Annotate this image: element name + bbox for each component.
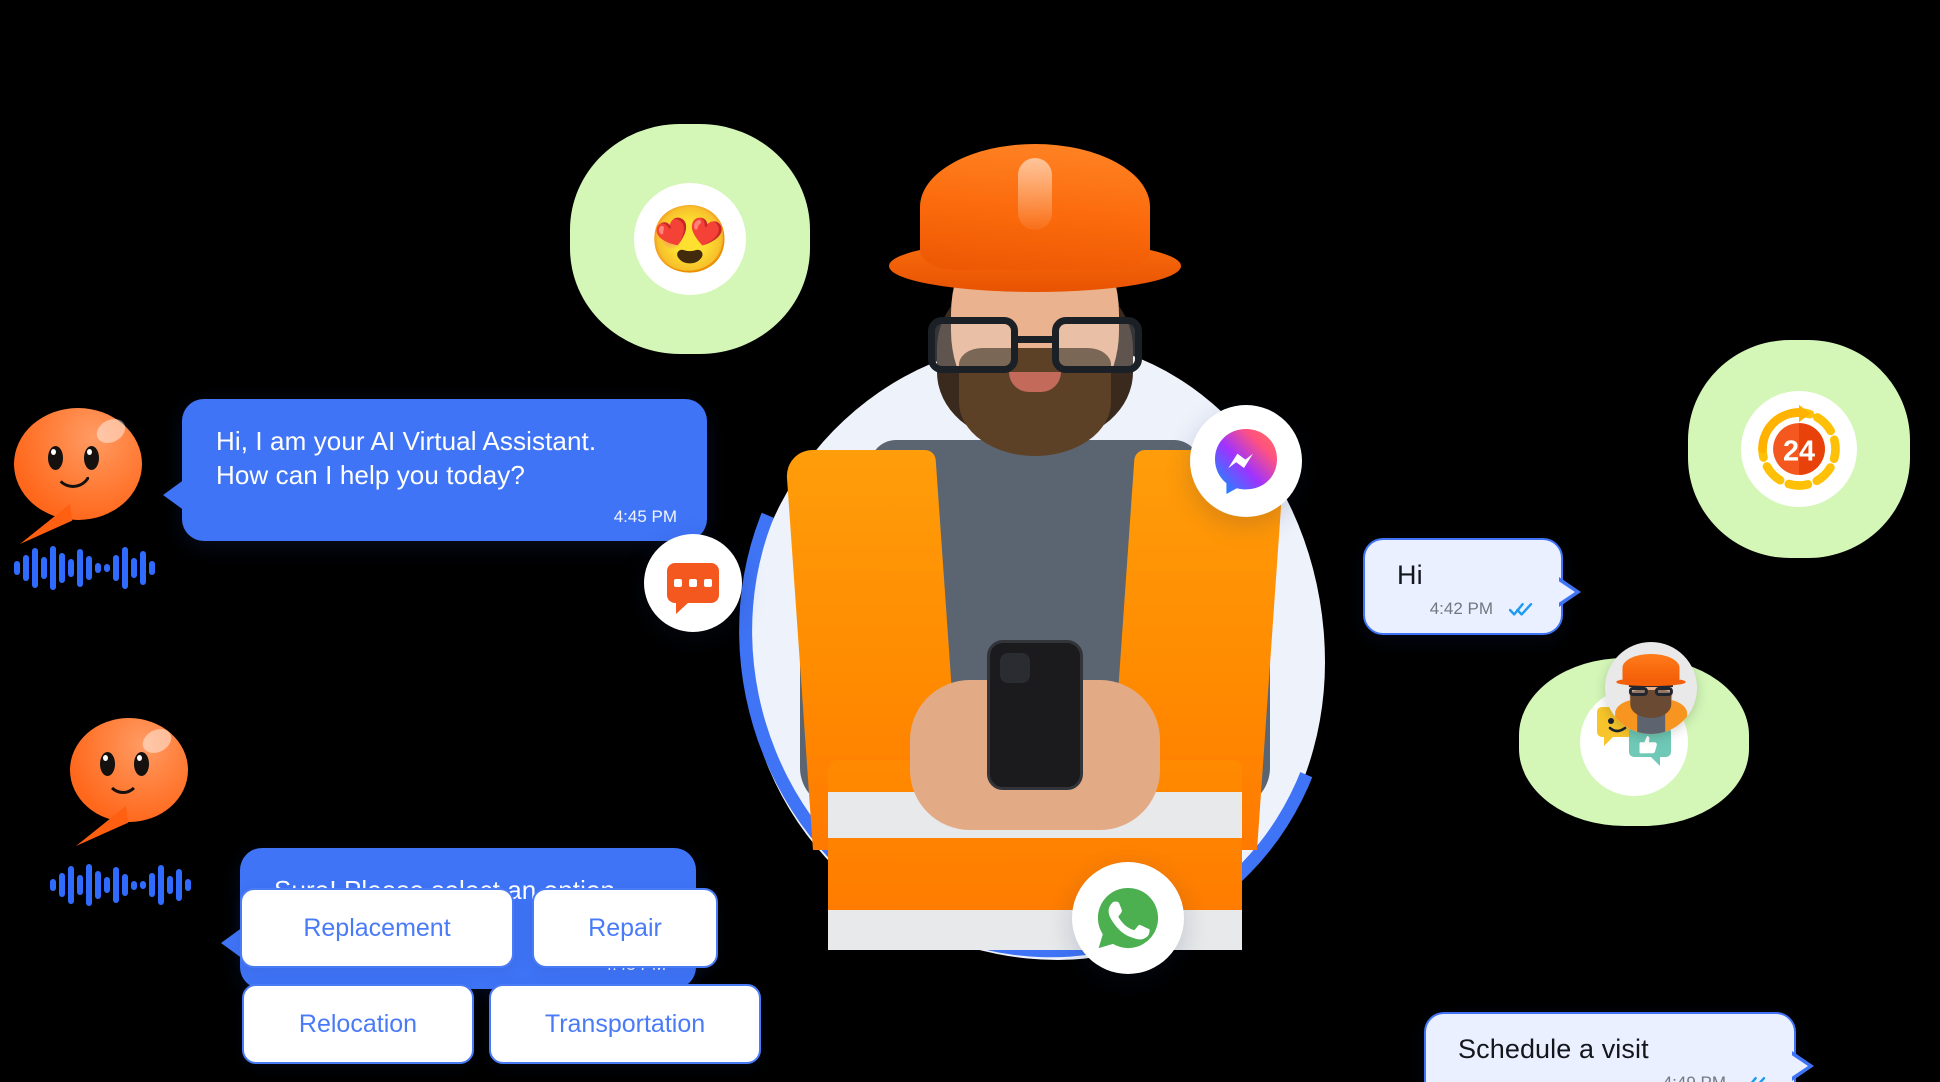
quick-reply-repair[interactable]: Repair (532, 888, 718, 968)
assistant-message-greeting: Hi, I am your AI Virtual Assistant. How … (163, 399, 707, 541)
double-check-glyph (1509, 603, 1533, 616)
glasses-lens-left (928, 317, 1018, 373)
dot-3 (704, 579, 712, 587)
dot-2 (689, 579, 697, 587)
smartphone-icon (987, 640, 1083, 790)
quick-reply-label: Relocation (298, 1009, 418, 1038)
double-check-icon (1509, 601, 1533, 617)
user-message-hi: Hi 4:42 PM (1363, 538, 1581, 636)
support-24-circle: 24 (1741, 391, 1857, 507)
support-24-label: 24 (1783, 436, 1815, 468)
heart-eyes-emoji-icon: 😍 (648, 202, 732, 276)
assistant-avatar-2 (70, 718, 188, 822)
bubble-tail (1557, 577, 1581, 608)
quick-reply-replacement[interactable]: Replacement (240, 888, 514, 968)
orange-chat-mascot-icon (14, 408, 142, 520)
whatsapp-glyph (1097, 887, 1159, 949)
mascot-eye-left (100, 752, 115, 776)
glasses-lens-right (1052, 317, 1142, 373)
double-check-glyph (1751, 1077, 1766, 1082)
quick-reply-label: Transportation (544, 1009, 706, 1038)
message-text: Hi (1397, 560, 1423, 591)
mascot-eye-right (134, 752, 149, 776)
bubble-tail (1790, 1051, 1814, 1082)
dots-bubble-glyph (667, 563, 719, 614)
message-time: 4:42 PM (1429, 599, 1493, 619)
hero-illustration-stage: Hi, I am your AI Virtual Assistant. How … (0, 0, 1940, 1082)
mascot-highlight (92, 414, 130, 448)
message-time: 4:49 PM (1663, 1073, 1726, 1082)
quick-reply-relocation[interactable]: Relocation (242, 984, 474, 1064)
orange-chat-mascot-icon (70, 718, 188, 822)
double-check-icon (1742, 1075, 1766, 1082)
bubble-tail (163, 478, 185, 511)
messenger-glyph (1215, 429, 1277, 494)
whatsapp-icon[interactable] (1072, 862, 1184, 974)
24-hours-support-icon: 24 (1758, 404, 1840, 490)
worker-hard-hat-icon (920, 144, 1150, 270)
user-message-schedule-visit: Schedule a visit 4:49 PM (1424, 1012, 1814, 1082)
avatar-glasses-icon (1628, 683, 1674, 696)
worker-photo (745, 120, 1325, 950)
dot-1 (674, 579, 682, 587)
worker-glasses-icon (928, 316, 1142, 374)
mascot-eye-left (48, 446, 63, 470)
support-24-badge: 24 (1688, 340, 1910, 558)
message-text: Schedule a visit (1458, 1034, 1649, 1065)
message-time: 4:45 PM (613, 506, 677, 526)
mascot-eye-right (84, 446, 99, 470)
emoji-badge: 😍 (570, 124, 810, 354)
assistant-avatar-1 (14, 408, 142, 520)
mascot-smile (106, 774, 140, 794)
message-meta: 4:49 PM (1458, 1073, 1766, 1082)
phone-camera-icon (1000, 653, 1030, 683)
user-avatar-hi (1605, 642, 1697, 735)
helmet-highlight (1018, 158, 1052, 230)
avatar-hard-hat-icon (1616, 654, 1686, 686)
glasses-bridge (1016, 336, 1054, 343)
voice-waveform-icon-2 (50, 862, 191, 908)
message-meta: 4:42 PM (1397, 599, 1533, 619)
messenger-icon[interactable] (1190, 405, 1302, 517)
mascot-smile (54, 468, 92, 488)
quick-reply-label: Repair (588, 913, 662, 942)
emoji-badge-circle: 😍 (634, 183, 746, 295)
message-text: Hi, I am your AI Virtual Assistant. How … (216, 426, 597, 490)
typing-dots-chat-icon[interactable] (644, 534, 742, 632)
voice-waveform-icon-1 (14, 545, 155, 591)
quick-reply-transportation[interactable]: Transportation (489, 984, 761, 1064)
quick-reply-label: Replacement (303, 913, 451, 942)
